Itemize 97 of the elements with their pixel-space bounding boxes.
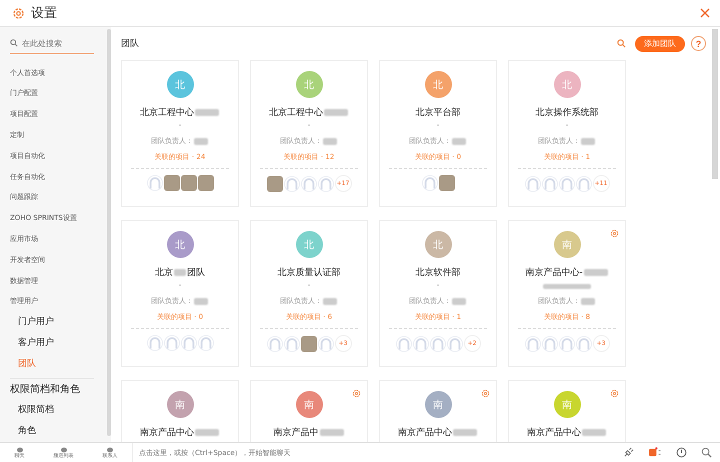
scrollbar[interactable] bbox=[712, 29, 718, 179]
team-avatar: 北 bbox=[166, 71, 194, 98]
team-name: 北京平台部 bbox=[416, 106, 460, 118]
user-avatar-icon bbox=[576, 176, 592, 192]
user-avatar-icon bbox=[558, 176, 574, 192]
plug-icon[interactable] bbox=[623, 447, 634, 458]
user-avatar-icon bbox=[396, 336, 412, 352]
photo-placeholder bbox=[300, 336, 316, 352]
blurred-text bbox=[453, 428, 477, 436]
team-name: 南京产品中心- bbox=[525, 266, 583, 278]
window-title: 设置 bbox=[31, 5, 57, 22]
blurred-text bbox=[582, 428, 606, 436]
team-avatar: 北 bbox=[296, 71, 322, 98]
page-heading: 团队 bbox=[121, 38, 139, 50]
team-name: 南京产品中 bbox=[274, 426, 318, 438]
blurred-text bbox=[195, 108, 219, 116]
user-avatar-icon bbox=[146, 175, 162, 191]
user-avatar-icon bbox=[430, 336, 446, 352]
blurred-text bbox=[452, 298, 466, 304]
blurred-text bbox=[452, 138, 466, 144]
app-icon[interactable] bbox=[648, 447, 662, 458]
team-name: 北京工程中心 bbox=[140, 106, 194, 118]
search-icon[interactable] bbox=[617, 39, 626, 48]
team-avatar: 北 bbox=[296, 231, 322, 258]
team-avatar: 北 bbox=[554, 71, 580, 98]
blurred-text bbox=[543, 284, 591, 289]
team-avatar: 南 bbox=[424, 391, 452, 418]
user-avatar-icon bbox=[422, 175, 438, 191]
user-avatar-icon bbox=[300, 176, 316, 192]
gear-icon[interactable] bbox=[352, 389, 361, 398]
blurred-text bbox=[323, 298, 337, 304]
user-avatar-icon bbox=[524, 176, 540, 192]
photo-placeholder bbox=[266, 176, 282, 192]
team-avatar: 南 bbox=[296, 391, 322, 418]
team-name: 北京质量认证部 bbox=[278, 266, 340, 278]
user-avatar-icon bbox=[284, 176, 300, 192]
team-avatar: 北 bbox=[166, 231, 194, 258]
gear-icon[interactable] bbox=[481, 389, 490, 398]
user-avatar-icon bbox=[198, 335, 214, 351]
team-name: 北京软件部 bbox=[416, 266, 460, 278]
gear-icon[interactable] bbox=[610, 229, 619, 238]
user-avatar-icon bbox=[164, 335, 180, 351]
team-avatar: 北 bbox=[424, 231, 452, 258]
gear-icon bbox=[12, 6, 25, 20]
tab-icon bbox=[16, 446, 24, 452]
user-avatar-icon bbox=[446, 336, 462, 352]
blurred-text bbox=[324, 108, 348, 116]
blurred-text bbox=[584, 268, 608, 276]
tab-icon bbox=[106, 446, 114, 452]
zoom-icon[interactable] bbox=[701, 447, 712, 458]
team-name: 团队 bbox=[187, 266, 205, 278]
user-avatar-icon bbox=[412, 336, 428, 352]
user-avatar-icon bbox=[524, 336, 540, 352]
search-input[interactable]: 在此处搜索 bbox=[22, 38, 92, 48]
tab-icon bbox=[60, 446, 68, 452]
blurred-text bbox=[174, 268, 186, 276]
sidebar-item[interactable]: 门户用户 bbox=[10, 312, 54, 334]
blurred-text bbox=[320, 428, 344, 436]
team-name: 北京工程中心 bbox=[269, 106, 323, 118]
team-avatar: 南 bbox=[166, 391, 194, 418]
user-avatar-icon bbox=[266, 336, 282, 352]
user-avatar-icon bbox=[318, 176, 334, 192]
team-name: 北京操作系统部 bbox=[536, 106, 598, 118]
blurred-text bbox=[194, 138, 208, 144]
team-name: 南京产品中心 bbox=[527, 426, 581, 438]
photo-placeholder bbox=[164, 175, 180, 191]
user-avatar-icon bbox=[146, 335, 162, 351]
user-avatar-icon bbox=[318, 336, 334, 352]
blurred-text bbox=[195, 428, 219, 436]
team-avatar: 北 bbox=[424, 71, 452, 98]
user-avatar-icon bbox=[558, 336, 574, 352]
gear-icon[interactable] bbox=[610, 389, 619, 398]
search-field[interactable]: 在此处搜索 bbox=[10, 34, 94, 54]
blurred-text bbox=[323, 138, 337, 144]
user-avatar-icon bbox=[542, 336, 558, 352]
team-name: 南京产品中心 bbox=[398, 426, 452, 438]
photo-placeholder bbox=[438, 175, 454, 191]
section-heading[interactable]: 权限简档和角色 bbox=[10, 380, 80, 400]
sidebar-item[interactable]: 角色 bbox=[10, 421, 36, 442]
user-avatar-icon bbox=[576, 336, 592, 352]
user-avatar-icon bbox=[180, 335, 196, 351]
user-avatar-icon bbox=[284, 336, 300, 352]
photo-placeholder bbox=[180, 175, 196, 191]
blurred-text bbox=[581, 298, 595, 304]
team-name: 南京产品中心 bbox=[140, 426, 194, 438]
user-avatar-icon bbox=[542, 176, 558, 192]
sidebar-item[interactable]: 客户用户 bbox=[10, 333, 54, 354]
search-icon bbox=[10, 39, 18, 48]
blurred-text bbox=[581, 138, 595, 144]
close-icon[interactable] bbox=[700, 8, 710, 18]
photo-placeholder bbox=[198, 175, 214, 191]
sidebar-item[interactable]: 权限简档 bbox=[10, 400, 54, 422]
team-name: 北京 bbox=[155, 266, 173, 278]
team-avatar: 南 bbox=[554, 391, 580, 418]
clock-icon[interactable] bbox=[676, 447, 687, 458]
blurred-text bbox=[194, 298, 208, 304]
team-avatar: 南 bbox=[554, 231, 580, 258]
